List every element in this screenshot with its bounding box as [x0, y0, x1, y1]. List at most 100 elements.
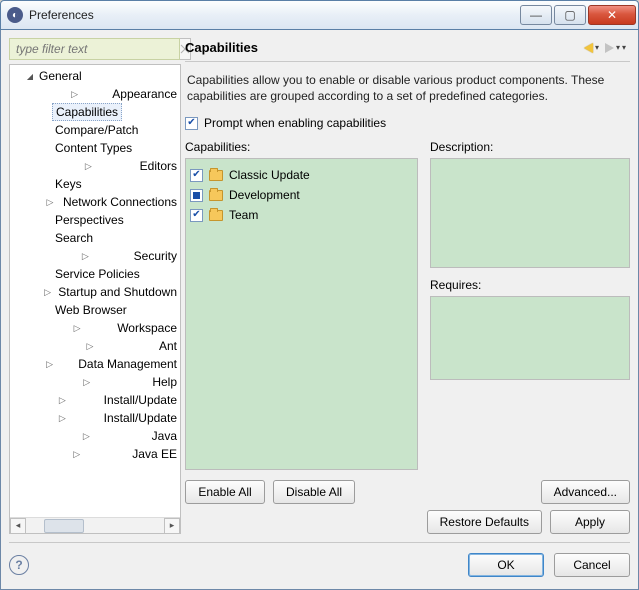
capability-checkbox[interactable] — [190, 189, 203, 202]
prompt-checkbox[interactable] — [185, 117, 198, 130]
apply-button[interactable]: Apply — [550, 510, 630, 534]
capability-item[interactable]: Team — [190, 205, 413, 225]
expand-icon[interactable] — [40, 323, 114, 334]
restore-defaults-button[interactable]: Restore Defaults — [427, 510, 542, 534]
tree-item-label: Install/Update — [101, 410, 180, 426]
prompt-label: Prompt when enabling capabilities — [204, 116, 386, 130]
filter-input[interactable] — [9, 38, 180, 60]
tree-item-label: General — [36, 68, 85, 84]
expand-icon[interactable] — [24, 377, 149, 388]
folder-icon — [209, 210, 223, 221]
tree-item-label: Service Policies — [52, 266, 143, 282]
tree-item-label: Data Management — [75, 356, 180, 372]
tree-item-install-update[interactable]: Install/Update — [10, 409, 180, 427]
tree-horizontal-scrollbar[interactable]: ◂ ▸ — [10, 517, 180, 533]
expand-icon[interactable] — [24, 71, 36, 81]
tree-item-general[interactable]: General — [10, 67, 180, 85]
dropdown-icon: ▾ — [595, 43, 599, 52]
tree-item-search[interactable]: Search — [10, 229, 180, 247]
arrow-left-icon — [584, 43, 593, 53]
tree-item-label: Web Browser — [52, 302, 130, 318]
expand-icon[interactable] — [40, 197, 60, 208]
description-label: Description: — [430, 140, 630, 154]
tree-item-network-connections[interactable]: Network Connections — [10, 193, 180, 211]
expand-icon[interactable] — [24, 341, 156, 352]
app-icon — [7, 7, 23, 23]
tree-item-editors[interactable]: Editors — [10, 157, 180, 175]
tree-item-label: Java EE — [129, 446, 180, 462]
tree-item-label: Startup and Shutdown — [55, 284, 180, 300]
expand-icon[interactable] — [40, 251, 131, 262]
tree-item-content-types[interactable]: Content Types — [10, 139, 180, 157]
folder-icon — [209, 190, 223, 201]
tree-item-perspectives[interactable]: Perspectives — [10, 211, 180, 229]
requires-label: Requires: — [430, 278, 630, 292]
tree-item-data-management[interactable]: Data Management — [10, 355, 180, 373]
tree-item-help[interactable]: Help — [10, 373, 180, 391]
expand-icon[interactable] — [24, 395, 101, 406]
tree-item-label: Java — [149, 428, 180, 444]
capabilities-label: Capabilities: — [185, 140, 418, 154]
tree-item-label: Editors — [137, 158, 180, 174]
tree-item-label: Search — [52, 230, 96, 246]
tree-item-workspace[interactable]: Workspace — [10, 319, 180, 337]
close-button[interactable]: ✕ — [588, 5, 636, 25]
footer: ? OK Cancel — [9, 542, 630, 589]
tree-item-service-policies[interactable]: Service Policies — [10, 265, 180, 283]
tree-item-capabilities[interactable]: Capabilities — [10, 103, 180, 121]
description-box — [430, 158, 630, 268]
tree-item-security[interactable]: Security — [10, 247, 180, 265]
capability-item[interactable]: Classic Update — [190, 165, 413, 185]
window-title: Preferences — [29, 8, 94, 22]
capability-checkbox[interactable] — [190, 169, 203, 182]
capability-checkbox[interactable] — [190, 209, 203, 222]
tree-item-label: Keys — [52, 176, 85, 192]
tree-item-install-update[interactable]: Install/Update — [10, 391, 180, 409]
disable-all-button[interactable]: Disable All — [273, 480, 355, 504]
scroll-thumb[interactable] — [44, 519, 84, 533]
minimize-button[interactable]: — — [520, 5, 552, 25]
scroll-right-button[interactable]: ▸ — [164, 518, 180, 534]
cancel-button[interactable]: Cancel — [554, 553, 630, 577]
capability-item[interactable]: Development — [190, 185, 413, 205]
nav-forward-button[interactable]: ▾ — [605, 43, 620, 53]
tree-item-appearance[interactable]: Appearance — [10, 85, 180, 103]
expand-icon[interactable] — [24, 413, 101, 424]
tree-item-startup-and-shutdown[interactable]: Startup and Shutdown — [10, 283, 180, 301]
tree-item-label: Network Connections — [60, 194, 180, 210]
expand-icon[interactable] — [24, 449, 129, 460]
sidebar: GeneralAppearanceCapabilitiesCompare/Pat… — [9, 38, 181, 534]
page-title: Capabilities — [185, 40, 258, 55]
page-menu-button[interactable]: ▾ — [622, 43, 626, 52]
tree-item-label: Workspace — [114, 320, 180, 336]
expand-icon[interactable] — [24, 431, 149, 442]
requires-box — [430, 296, 630, 380]
maximize-button[interactable]: ▢ — [554, 5, 586, 25]
tree-item-web-browser[interactable]: Web Browser — [10, 301, 180, 319]
scroll-left-button[interactable]: ◂ — [10, 518, 26, 534]
ok-button[interactable]: OK — [468, 553, 544, 577]
nav-back-button[interactable]: ▾ — [584, 43, 599, 53]
help-button[interactable]: ? — [9, 555, 29, 575]
tree-item-compare-patch[interactable]: Compare/Patch — [10, 121, 180, 139]
arrow-right-icon — [605, 43, 614, 53]
tree-item-label: Perspectives — [52, 212, 127, 228]
titlebar: Preferences — ▢ ✕ — [0, 0, 639, 30]
capabilities-list[interactable]: Classic Update Development Team — [185, 158, 418, 470]
advanced-button[interactable]: Advanced... — [541, 480, 630, 504]
capability-label: Team — [229, 208, 258, 222]
tree-item-ant[interactable]: Ant — [10, 337, 180, 355]
expand-icon[interactable] — [40, 287, 55, 298]
preferences-tree[interactable]: GeneralAppearanceCapabilitiesCompare/Pat… — [9, 64, 181, 534]
enable-all-button[interactable]: Enable All — [185, 480, 265, 504]
tree-item-label: Help — [149, 374, 180, 390]
tree-item-label: Install/Update — [101, 392, 180, 408]
tree-item-label: Ant — [156, 338, 180, 354]
expand-icon[interactable] — [40, 161, 137, 172]
tree-item-keys[interactable]: Keys — [10, 175, 180, 193]
capability-label: Development — [229, 188, 300, 202]
tree-item-java-ee[interactable]: Java EE — [10, 445, 180, 463]
tree-item-java[interactable]: Java — [10, 427, 180, 445]
expand-icon[interactable] — [24, 359, 75, 370]
expand-icon[interactable] — [40, 89, 109, 100]
